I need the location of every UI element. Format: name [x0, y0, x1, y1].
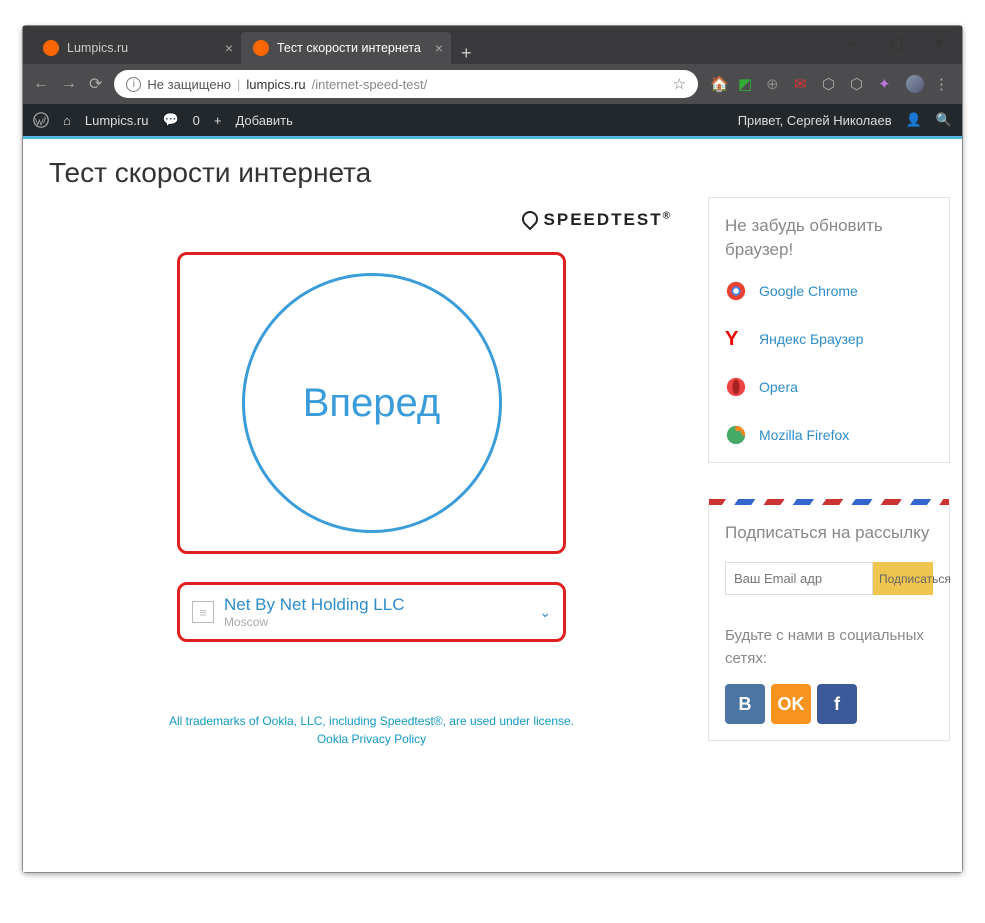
- tab-title: Тест скорости интернета: [277, 41, 421, 55]
- maximize-button[interactable]: ▢: [890, 35, 903, 52]
- go-button[interactable]: Вперед: [242, 273, 502, 533]
- ext-icon[interactable]: 🏠: [710, 75, 728, 93]
- speedtest-brand: SPEEDTEST®: [47, 197, 696, 230]
- gauge-icon: [518, 208, 541, 231]
- opera-icon: [725, 376, 747, 398]
- tab-speedtest[interactable]: Тест скорости интернета ×: [241, 32, 451, 64]
- url-domain: lumpics.ru: [246, 77, 305, 92]
- vk-button[interactable]: B: [725, 684, 765, 724]
- widget-title: Не забудь обновить браузер!: [725, 214, 933, 262]
- new-tab-button[interactable]: +: [451, 43, 482, 64]
- ext-icon[interactable]: ✉: [794, 75, 812, 93]
- privacy-link[interactable]: Ookla Privacy Policy: [317, 732, 426, 746]
- ext-icon[interactable]: ✦: [878, 75, 896, 93]
- tab-bar: Lumpics.ru × Тест скорости интернета × +: [23, 26, 962, 64]
- reload-button[interactable]: ⟳: [89, 74, 102, 94]
- chrome-icon: [725, 280, 747, 302]
- close-tab-icon[interactable]: ×: [435, 40, 443, 56]
- chevron-down-icon[interactable]: ⌄: [539, 604, 551, 621]
- back-button[interactable]: ←: [33, 75, 49, 93]
- wordpress-icon[interactable]: [33, 112, 49, 128]
- toolbar: ← → ⟳ i Не защищено | lumpics.ru/interne…: [23, 64, 962, 104]
- favicon-icon: [43, 40, 59, 56]
- server-icon: ≡: [192, 601, 214, 623]
- browser-link-opera[interactable]: Opera: [725, 376, 933, 398]
- ext-icon[interactable]: ⬡: [822, 75, 840, 93]
- wp-add-icon[interactable]: +: [214, 113, 222, 128]
- highlight-server: ≡ Net By Net Holding LLC Moscow ⌄: [177, 582, 566, 642]
- accent-bar: [23, 136, 962, 139]
- ext-icon[interactable]: ⊕: [766, 75, 784, 93]
- browser-link-firefox[interactable]: Mozilla Firefox: [725, 424, 933, 446]
- address-bar[interactable]: i Не защищено | lumpics.ru/internet-spee…: [114, 70, 698, 98]
- favicon-icon: [253, 40, 269, 56]
- close-button[interactable]: ✕: [933, 35, 945, 52]
- forward-button[interactable]: →: [61, 75, 77, 93]
- wp-site-name[interactable]: Lumpics.ru: [85, 113, 149, 128]
- wp-greeting[interactable]: Привет, Сергей Николаев: [738, 113, 892, 128]
- update-browser-widget: Не забудь обновить браузер! Google Chrom…: [708, 197, 950, 463]
- url-path: /internet-speed-test/: [312, 77, 428, 92]
- email-field[interactable]: [725, 562, 873, 595]
- wp-admin-bar: ⌂ Lumpics.ru 💬 0 + Добавить Привет, Серг…: [23, 104, 962, 136]
- wp-comments-count: 0: [193, 113, 200, 128]
- tab-lumpics[interactable]: Lumpics.ru ×: [31, 32, 241, 64]
- server-selector[interactable]: Net By Net Holding LLC Moscow: [224, 595, 529, 629]
- yandex-icon: Y: [725, 328, 747, 350]
- page-title: Тест скорости интернета: [23, 153, 962, 197]
- close-tab-icon[interactable]: ×: [225, 40, 233, 56]
- wp-user-icon[interactable]: 👤: [906, 112, 922, 128]
- security-label: Не защищено: [147, 77, 231, 92]
- social-title: Будьте с нами в социальных сетях:: [725, 625, 933, 670]
- subscribe-title: Подписаться на рассылку: [725, 521, 933, 545]
- legal-text: All trademarks of Ookla, LLC, including …: [47, 652, 696, 748]
- bookmark-icon[interactable]: ☆: [673, 75, 686, 93]
- wp-home-icon[interactable]: ⌂: [63, 113, 71, 128]
- server-name: Net By Net Holding LLC: [224, 595, 529, 615]
- wp-add-label[interactable]: Добавить: [235, 113, 292, 128]
- ext-icon[interactable]: ⬡: [850, 75, 868, 93]
- fb-button[interactable]: f: [817, 684, 857, 724]
- site-info-icon[interactable]: i: [126, 77, 141, 92]
- wp-comments-icon[interactable]: 💬: [162, 112, 178, 128]
- firefox-icon: [725, 424, 747, 446]
- chrome-menu-icon[interactable]: ⋮: [934, 75, 952, 93]
- browser-link-yandex[interactable]: YЯндекс Браузер: [725, 328, 933, 350]
- ok-button[interactable]: OK: [771, 684, 811, 724]
- subscribe-button[interactable]: Подписаться: [873, 562, 933, 595]
- ext-icon[interactable]: ◩: [738, 75, 756, 93]
- subscribe-widget: Подписаться на рассылку Подписаться Будь…: [708, 499, 950, 742]
- profile-avatar[interactable]: [906, 75, 924, 93]
- wp-search-icon[interactable]: 🔍: [936, 112, 952, 128]
- server-location: Moscow: [224, 615, 529, 629]
- highlight-go: Вперед: [177, 252, 566, 554]
- extensions: 🏠 ◩ ⊕ ✉ ⬡ ⬡ ✦ ⋮: [710, 75, 952, 93]
- tab-title: Lumpics.ru: [67, 41, 128, 55]
- minimize-button[interactable]: —: [846, 35, 860, 52]
- browser-link-chrome[interactable]: Google Chrome: [725, 280, 933, 302]
